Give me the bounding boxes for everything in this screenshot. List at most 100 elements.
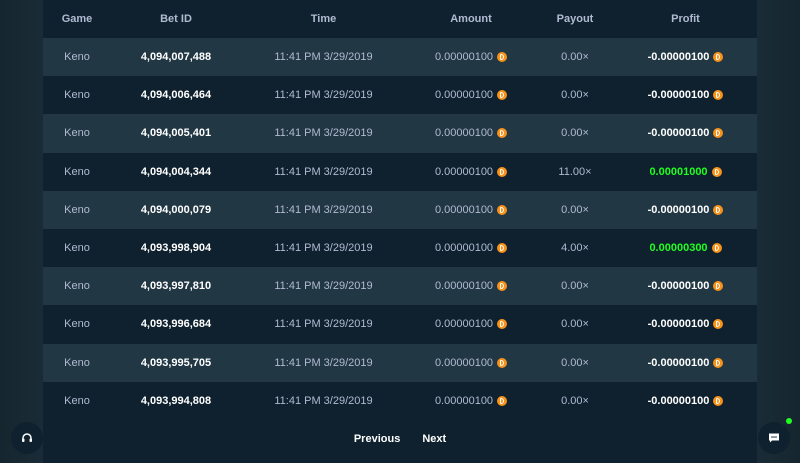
bitcoin-coin-icon: [711, 243, 722, 254]
chat-button[interactable]: [758, 422, 790, 454]
cell-profit: -0.00000100: [614, 204, 757, 216]
profit-value: -0.00000100: [647, 127, 710, 140]
cell-bet-id[interactable]: 4,093,994,808: [111, 395, 241, 407]
cell-bet-id[interactable]: 4,093,997,810: [111, 280, 241, 292]
cell-game: Keno: [64, 242, 90, 255]
cell-bet-id[interactable]: 4,094,007,488: [111, 51, 241, 63]
table-row[interactable]: Keno 4,093,998,904 11:41 PM 3/29/2019 0.000…: [43, 228, 757, 268]
next-button[interactable]: Next: [422, 430, 446, 450]
cell-amount: 0.00000100: [406, 51, 536, 63]
cell-payout: 0.00×: [561, 356, 589, 369]
amount-value: 0.00000100: [434, 394, 494, 407]
amount-value: 0.00000100: [434, 242, 494, 255]
cell-profit: 0.00000300: [614, 242, 757, 254]
cell-amount: 0.00000100: [406, 166, 536, 178]
cell-bet-id[interactable]: 4,094,000,079: [111, 204, 241, 216]
amount-value: 0.00000100: [434, 280, 494, 293]
bitcoin-coin-icon: [713, 90, 724, 101]
cell-bet-id[interactable]: 4,094,005,401: [111, 127, 241, 139]
table-row[interactable]: Keno 4,094,000,079 11:41 PM 3/29/2019 0.000…: [43, 190, 757, 229]
cell-amount: 0.00000100: [406, 357, 536, 369]
bitcoin-coin-icon: [713, 319, 724, 330]
header-time: Time: [310, 13, 337, 25]
cell-time: 11:41 PM 3/29/2019: [274, 242, 373, 255]
table-row[interactable]: Keno 4,094,005,401 11:41 PM 3/29/2019 0.000…: [43, 114, 757, 153]
table-row[interactable]: Keno 4,094,006,464 11:41 PM 3/29/2019 0.000…: [43, 76, 757, 115]
bitcoin-coin-icon: [713, 128, 724, 139]
cell-bet-id[interactable]: 4,093,998,904: [111, 242, 241, 254]
profit-value: 0.00000300: [649, 242, 708, 255]
chat-bubble-icon: [769, 433, 779, 443]
cell-profit: 0.00001000: [614, 166, 757, 178]
profit-value: -0.00000100: [647, 89, 710, 102]
bitcoin-coin-icon: [497, 128, 508, 139]
cell-profit: -0.00000100: [614, 280, 757, 292]
bitcoin-coin-icon: [497, 281, 508, 292]
cell-profit: -0.00000100: [614, 395, 757, 407]
table-row[interactable]: Keno 4,094,004,344 11:41 PM 3/29/2019 0.000…: [43, 152, 757, 191]
profit-value: 0.00001000: [649, 165, 708, 178]
amount-value: 0.00000100: [434, 356, 494, 369]
cell-profit: -0.00000100: [614, 318, 757, 330]
cell-profit: -0.00000100: [614, 357, 757, 369]
header-profit: Profit: [671, 13, 700, 25]
cell-payout: 0.00×: [561, 89, 589, 102]
online-status-dot: [786, 418, 792, 424]
cell-time: 11:41 PM 3/29/2019: [274, 127, 373, 140]
cell-time: 11:41 PM 3/29/2019: [274, 356, 373, 369]
cell-amount: 0.00000100: [406, 318, 536, 330]
cell-bet-id[interactable]: 4,094,006,464: [111, 89, 241, 101]
table-row[interactable]: Keno 4,094,007,488 11:41 PM 3/29/2019 0.000…: [43, 38, 757, 77]
cell-game: Keno: [64, 394, 90, 407]
cell-game: Keno: [64, 318, 90, 331]
previous-button[interactable]: Previous: [354, 430, 400, 450]
profit-value: -0.00000100: [647, 280, 710, 293]
bitcoin-coin-icon: [497, 204, 508, 215]
pagination: Previous Next: [0, 430, 800, 450]
cell-time: 11:41 PM 3/29/2019: [274, 165, 373, 178]
bitcoin-coin-icon: [497, 243, 508, 254]
cell-time: 11:41 PM 3/29/2019: [274, 51, 373, 64]
cell-game: Keno: [64, 356, 90, 369]
cell-game: Keno: [64, 165, 90, 178]
bitcoin-coin-icon: [711, 166, 722, 177]
cell-amount: 0.00000100: [406, 395, 536, 407]
cell-time: 11:41 PM 3/29/2019: [274, 89, 373, 102]
cell-game: Keno: [64, 89, 90, 102]
cell-payout: 4.00×: [561, 242, 589, 255]
profit-value: -0.00000100: [647, 203, 710, 216]
bitcoin-coin-icon: [713, 395, 724, 406]
cell-profit: -0.00000100: [614, 127, 757, 139]
cell-amount: 0.00000100: [406, 204, 536, 216]
table-row[interactable]: Keno 4,093,997,810 11:41 PM 3/29/2019 0.000…: [43, 267, 757, 306]
cell-game: Keno: [64, 51, 90, 64]
amount-value: 0.00000100: [434, 165, 494, 178]
cell-time: 11:41 PM 3/29/2019: [274, 394, 373, 407]
cell-profit: -0.00000100: [614, 51, 757, 63]
bitcoin-coin-icon: [497, 166, 508, 177]
cell-bet-id[interactable]: 4,094,004,344: [111, 166, 241, 178]
header-game: Game: [61, 13, 93, 25]
cell-payout: 11.00×: [558, 165, 592, 178]
support-button[interactable]: [11, 422, 43, 454]
cell-game: Keno: [64, 203, 90, 216]
table-row[interactable]: Keno 4,093,994,808 11:41 PM 3/29/2019 0.000…: [43, 381, 757, 420]
bitcoin-coin-icon: [713, 204, 724, 215]
cell-payout: 0.00×: [561, 127, 589, 140]
amount-value: 0.00000100: [434, 51, 494, 64]
cell-game: Keno: [64, 280, 90, 293]
cell-payout: 0.00×: [561, 203, 589, 216]
bitcoin-coin-icon: [713, 281, 724, 292]
cell-profit: -0.00000100: [614, 89, 757, 101]
amount-value: 0.00000100: [434, 127, 494, 140]
table-row[interactable]: Keno 4,093,996,684 11:41 PM 3/29/2019 0.000…: [43, 305, 757, 344]
table-row[interactable]: Keno 4,093,995,705 11:41 PM 3/29/2019 0.000…: [43, 343, 757, 382]
profit-value: -0.00000100: [647, 394, 710, 407]
headset-icon: [22, 433, 32, 442]
header-bet-id: Bet ID: [160, 13, 192, 25]
cell-bet-id[interactable]: 4,093,996,684: [111, 318, 241, 330]
cell-bet-id[interactable]: 4,093,995,705: [111, 357, 241, 369]
cell-payout: 0.00×: [561, 51, 589, 64]
profit-value: -0.00000100: [647, 356, 710, 369]
profit-value: -0.00000100: [647, 51, 710, 64]
